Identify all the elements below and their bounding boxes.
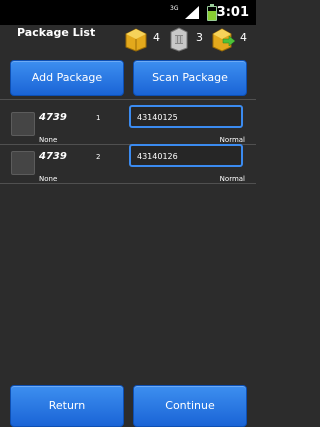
barcode-input[interactable]: 43140126 <box>129 144 243 167</box>
return-button[interactable]: Return <box>10 385 124 427</box>
delivered-counter: 4 <box>211 26 247 52</box>
package-counter: 4 <box>124 26 160 52</box>
package-checkbox[interactable] <box>11 151 35 175</box>
package-code: 4739 <box>39 112 67 123</box>
status-time: 3:01 <box>216 5 249 20</box>
scanned-counter: 3 <box>167 26 203 52</box>
status-bar: 3G 3:01 <box>0 0 256 25</box>
package-code: 4739 <box>39 151 67 162</box>
add-package-label: Add Package <box>31 71 103 84</box>
battery-icon <box>207 4 217 21</box>
signal-icon <box>185 6 199 19</box>
package-index: 2 <box>96 153 101 161</box>
scan-package-label: Scan Package <box>152 71 228 84</box>
scanner-icon <box>170 27 188 52</box>
barcode-value: 43140126 <box>137 152 178 161</box>
scan-package-button[interactable]: Scan Package <box>133 60 247 96</box>
package-row: 4739 2 43140126 None Normal <box>0 140 256 185</box>
package-arrow-icon <box>212 28 236 52</box>
divider <box>0 183 256 184</box>
package-right-status: Normal <box>219 175 245 183</box>
return-label: Return <box>48 399 86 412</box>
package-count: 4 <box>153 31 160 44</box>
network-type: 3G <box>170 5 179 12</box>
scanned-count: 3 <box>196 31 203 44</box>
package-left-status: None <box>39 175 58 183</box>
package-checkbox[interactable] <box>11 112 35 136</box>
delivered-count: 4 <box>240 31 247 44</box>
barcode-value: 43140125 <box>137 113 178 122</box>
package-icon <box>125 28 147 52</box>
package-index: 1 <box>96 114 101 122</box>
continue-label: Continue <box>165 399 215 412</box>
add-package-button[interactable]: Add Package <box>10 60 124 96</box>
barcode-input[interactable]: 43140125 <box>129 105 243 128</box>
divider <box>0 99 256 100</box>
continue-button[interactable]: Continue <box>133 385 247 427</box>
page-title: Package List <box>17 26 96 39</box>
